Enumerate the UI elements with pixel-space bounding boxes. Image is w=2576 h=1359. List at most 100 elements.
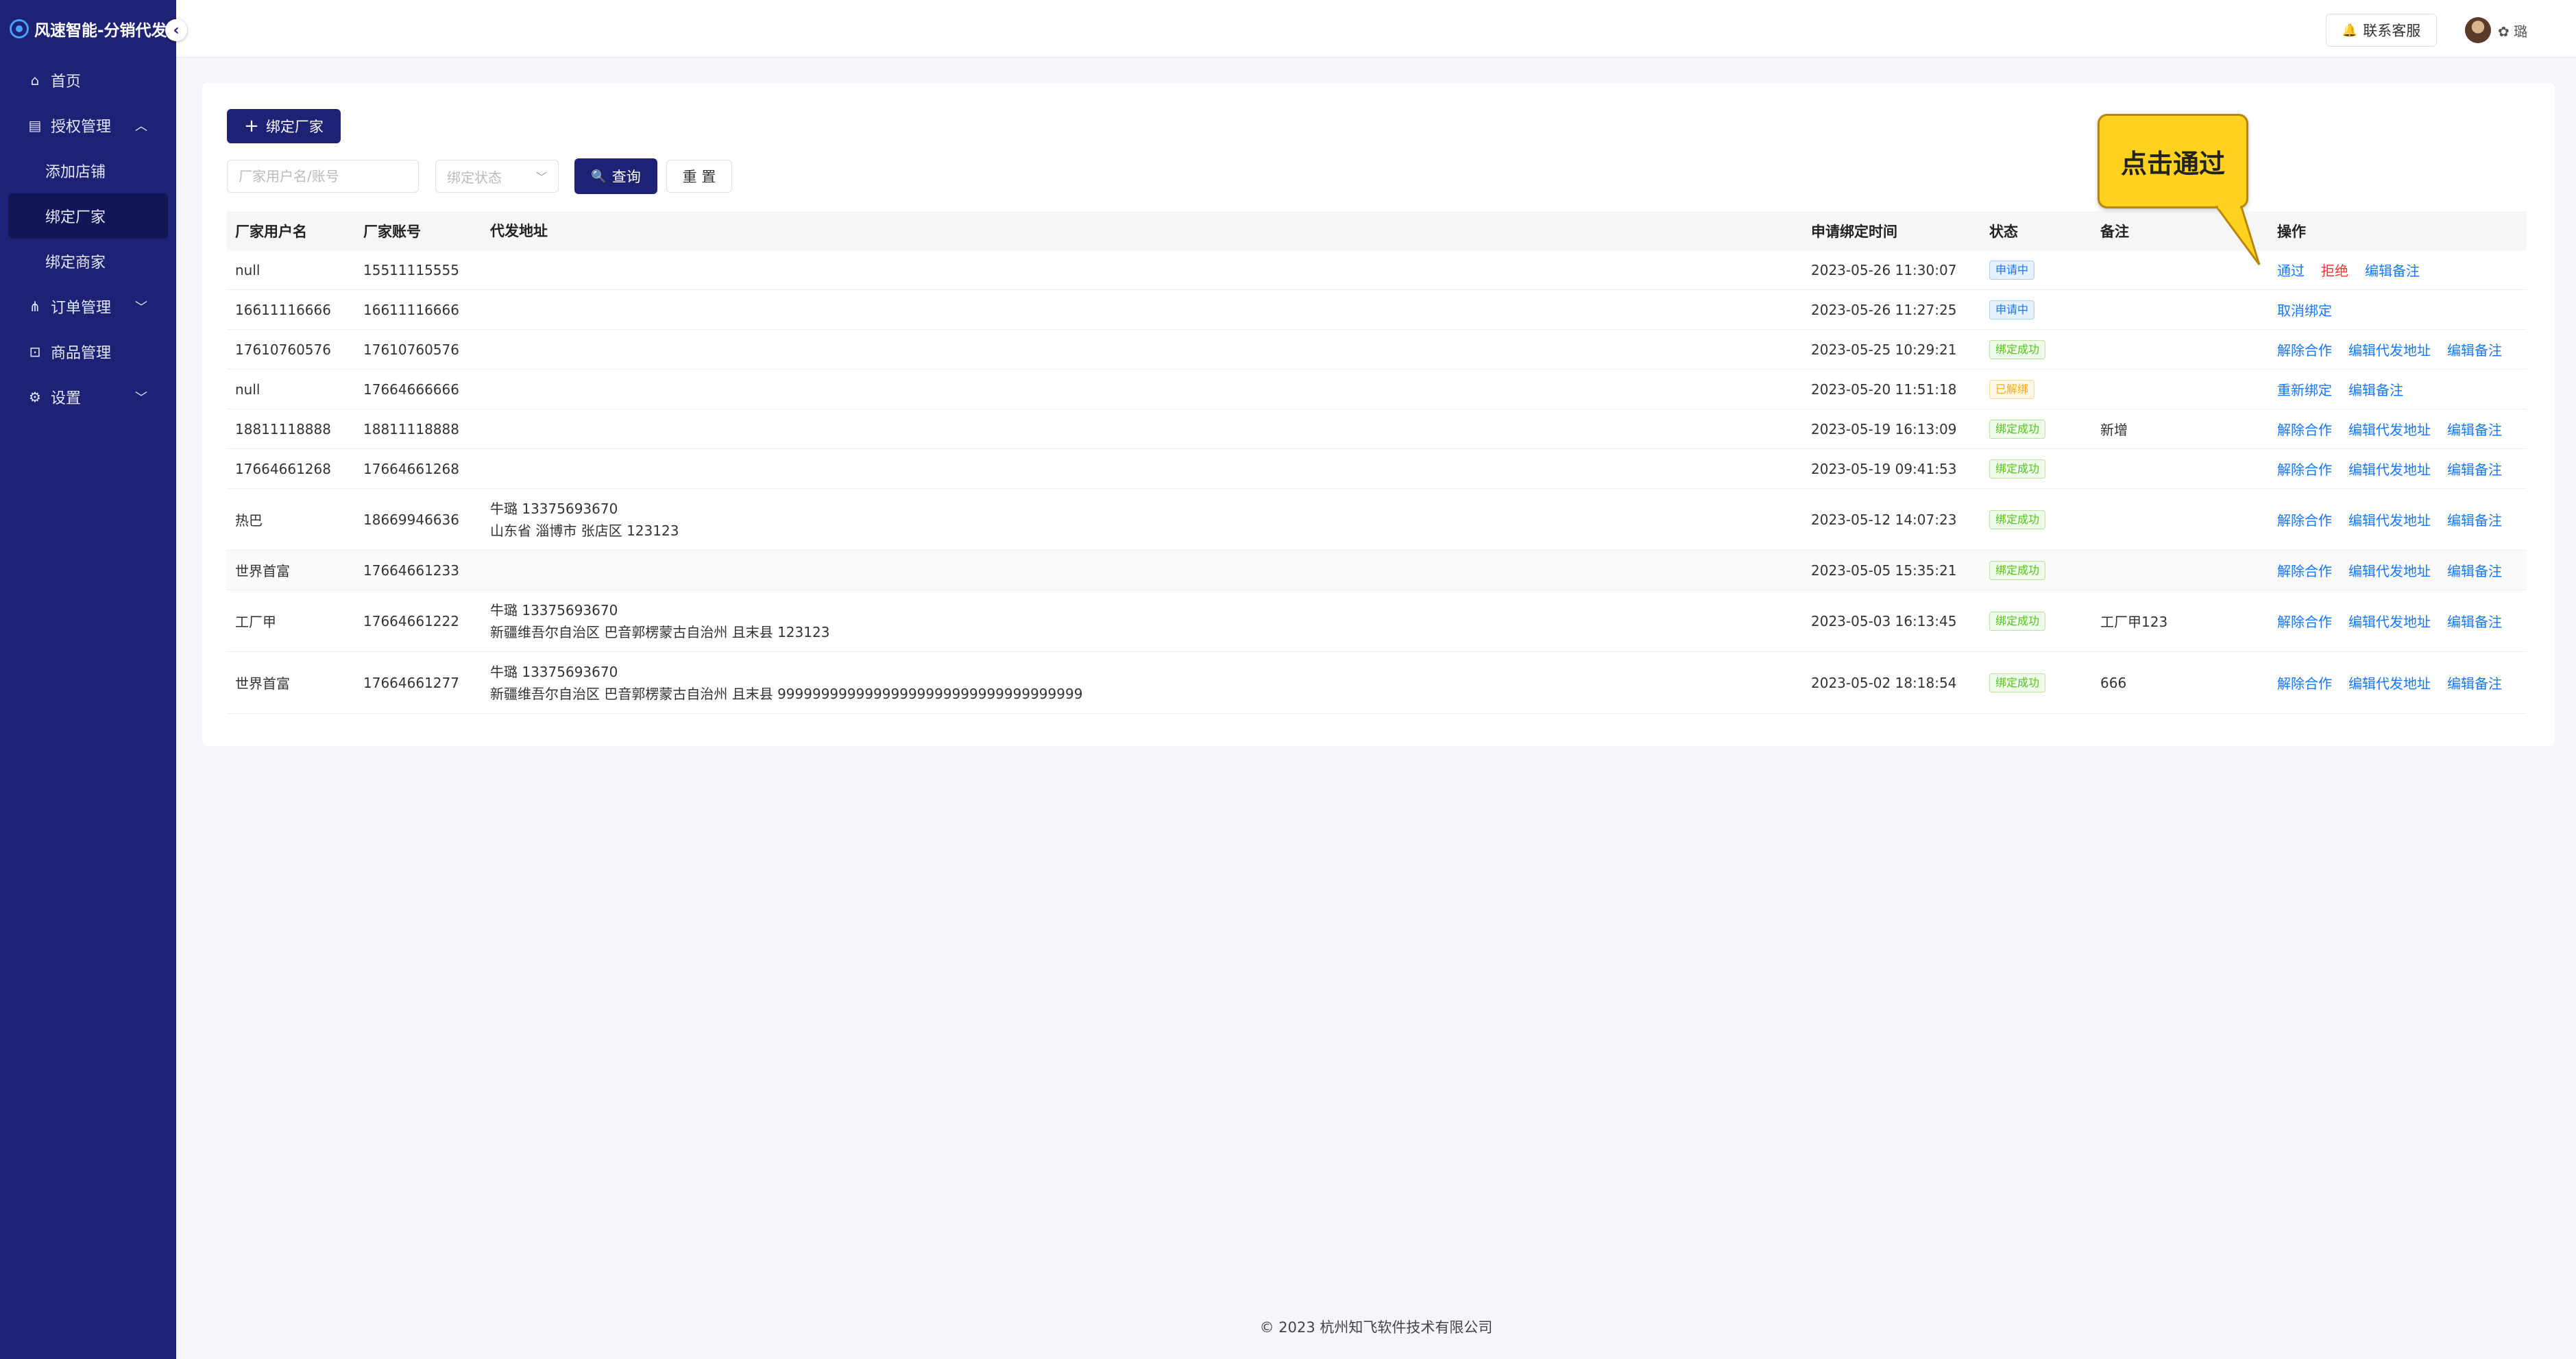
action-link[interactable]: 编辑备注 [2365, 260, 2420, 280]
sidebar-collapse-button[interactable]: ‹ [165, 19, 187, 41]
factory-username: 17610760576 [235, 341, 331, 358]
contact-support-label: 联系客服 [2363, 23, 2421, 39]
sidebar-subitem-bind-factory[interactable]: 绑定厂家 [8, 193, 168, 239]
column-header: 状态 [1989, 223, 2018, 240]
callout-bubble: 点击通过 [2098, 114, 2248, 208]
factory-account: 18811118888 [363, 420, 459, 437]
avatar[interactable] [2465, 17, 2491, 43]
chevron-down-icon: ﹀ [135, 300, 147, 315]
table-row: 17610760576 17610760576 2023-05-25 10:29:2… [227, 330, 2527, 370]
apply-time: 2023-05-03 16:13:45 [1811, 612, 1957, 629]
brand: 风速智能-分销代发 [0, 0, 176, 58]
status-cell: 绑定成功 [1981, 509, 2092, 529]
callout-pointer [2215, 206, 2261, 265]
sidebar-item-settings[interactable]: ⚙ 设置 ﹀ [0, 374, 176, 420]
chevron-left-icon: ‹ [173, 21, 180, 39]
shipping-address: 牛璐 13375693670 山东省 淄博市 张店区 123123 [482, 498, 1803, 542]
table-row: null 17664666666 2023-05-20 11:51:18 已解绑 重新绑… [227, 370, 2527, 409]
query-button[interactable]: 🔍 查询 [574, 158, 657, 194]
action-link[interactable]: 编辑备注 [2447, 459, 2502, 479]
query-label: 查询 [611, 169, 641, 185]
remark: 666 [2100, 674, 2127, 691]
status-badge: 申请中 [1989, 260, 2035, 280]
status-select[interactable]: 绑定状态 ﹀ [435, 160, 559, 193]
factory-account: 17664661277 [363, 674, 459, 691]
column-header: 申请绑定时间 [1811, 223, 1897, 240]
status-badge: 已解绑 [1989, 379, 2035, 399]
action-link[interactable]: 编辑备注 [2447, 560, 2502, 580]
factory-account: 15511115555 [363, 261, 459, 278]
factory-username: 世界首富 [235, 563, 290, 579]
action-link[interactable]: 编辑备注 [2447, 673, 2502, 693]
action-link[interactable]: 编辑备注 [2348, 379, 2403, 399]
status-cell: 已解绑 [1981, 379, 2092, 399]
contact-support-button[interactable]: 🔔 联系客服 [2326, 14, 2437, 47]
factory-account: 17664661268 [363, 460, 459, 477]
brand-logo-icon [10, 19, 29, 38]
sidebar-subitem-add-shop[interactable]: 添加店铺 [0, 148, 176, 193]
sidebar-item-orders[interactable]: ⋔ 订单管理 ﹀ [0, 284, 176, 329]
action-link[interactable]: 解除合作 [2277, 509, 2332, 529]
action-link[interactable]: 编辑备注 [2447, 509, 2502, 529]
factory-username: 热巴 [235, 512, 263, 529]
action-link[interactable]: 编辑代发地址 [2348, 560, 2431, 580]
status-badge: 绑定成功 [1989, 611, 2046, 631]
sidebar-item-auth[interactable]: ▤ 授权管理 ︿ [0, 103, 176, 148]
column-header: 代发地址 [490, 222, 548, 239]
action-link[interactable]: 编辑备注 [2447, 611, 2502, 631]
action-link[interactable]: 解除合作 [2277, 459, 2332, 479]
factory-account: 16611116666 [363, 301, 459, 318]
sidebar-subitem-bind-merchant[interactable]: 绑定商家 [0, 239, 176, 284]
sidebar-item-label: 设置 [51, 390, 82, 407]
action-link[interactable]: 编辑代发地址 [2348, 673, 2431, 693]
sidebar-item-label: 绑定商家 [45, 254, 106, 272]
action-link[interactable]: 编辑备注 [2447, 419, 2502, 439]
status-cell: 绑定成功 [1981, 673, 2092, 693]
apply-time: 2023-05-12 14:07:23 [1811, 511, 1957, 528]
action-link[interactable]: 编辑代发地址 [2348, 459, 2431, 479]
table-row: 世界首富 17664661277 牛璐 13375693670 新疆维吾尔自治区 巴音… [227, 652, 2527, 714]
action-link[interactable]: 解除合作 [2277, 673, 2332, 693]
action-link[interactable]: 解除合作 [2277, 611, 2332, 631]
factory-account: 17610760576 [363, 341, 459, 358]
action-link[interactable]: 编辑代发地址 [2348, 611, 2431, 631]
action-link[interactable]: 解除合作 [2277, 419, 2332, 439]
action-link[interactable]: 拒绝 [2321, 260, 2348, 280]
action-link[interactable]: 取消绑定 [2277, 300, 2332, 320]
status-cell: 绑定成功 [1981, 611, 2092, 631]
table-row: null 15511115555 2023-05-26 11:30:07 申请中 通过拒… [227, 250, 2527, 290]
shipping-address: 牛璐 13375693670 新疆维吾尔自治区 巴音郭楞蒙古自治州 且末县 999… [482, 661, 1803, 705]
action-link[interactable]: 编辑代发地址 [2348, 339, 2431, 359]
column-header: 厂家账号 [363, 223, 421, 240]
action-link[interactable]: 解除合作 [2277, 339, 2332, 359]
username[interactable]: ✿ 璐 [2498, 21, 2527, 40]
action-link[interactable]: 解除合作 [2277, 560, 2332, 580]
action-link[interactable]: 通过 [2277, 260, 2305, 280]
sidebar-item-label: 绑定厂家 [45, 209, 106, 226]
status-cell: 绑定成功 [1981, 339, 2092, 359]
factory-account: 17664661222 [363, 612, 459, 629]
sidebar-item-products[interactable]: ⊡ 商品管理 [0, 329, 176, 374]
actions-cell: 重新绑定 编辑备注 [2269, 379, 2527, 399]
remark: 新增 [2100, 422, 2128, 438]
bell-icon: 🔔 [2342, 23, 2358, 38]
action-link[interactable]: 编辑备注 [2447, 339, 2502, 359]
address-line: 山东省 淄博市 张店区 123123 [490, 522, 679, 539]
action-link[interactable]: 编辑代发地址 [2348, 419, 2431, 439]
table-row: 18811118888 18811118888 2023-05-19 16:13:0… [227, 409, 2527, 449]
actions-cell: 解除合作 编辑代发地址 编辑备注 [2269, 419, 2527, 439]
sidebar-item-home[interactable]: ⌂ 首页 [0, 58, 176, 103]
shipping-address: 牛璐 13375693670 新疆维吾尔自治区 巴音郭楞蒙古自治州 且末县 123… [482, 599, 1803, 643]
address-line: 新疆维吾尔自治区 巴音郭楞蒙古自治州 且末县 99999999999999999… [490, 685, 1083, 702]
address-contact: 牛璐 13375693670 [490, 601, 618, 618]
status-cell: 申请中 [1981, 260, 2092, 280]
action-link[interactable]: 重新绑定 [2277, 379, 2332, 399]
bind-factory-button[interactable]: + 绑定厂家 [227, 109, 341, 143]
action-link[interactable]: 编辑代发地址 [2348, 509, 2431, 529]
sidebar-item-label: 首页 [51, 73, 82, 91]
address-line: 新疆维吾尔自治区 巴音郭楞蒙古自治州 且末县 123123 [490, 623, 830, 640]
actions-cell: 解除合作 编辑代发地址 编辑备注 [2269, 560, 2527, 580]
reset-button[interactable]: 重 置 [666, 160, 732, 193]
search-input[interactable] [227, 160, 419, 193]
chevron-up-icon: ︿ [135, 119, 147, 134]
